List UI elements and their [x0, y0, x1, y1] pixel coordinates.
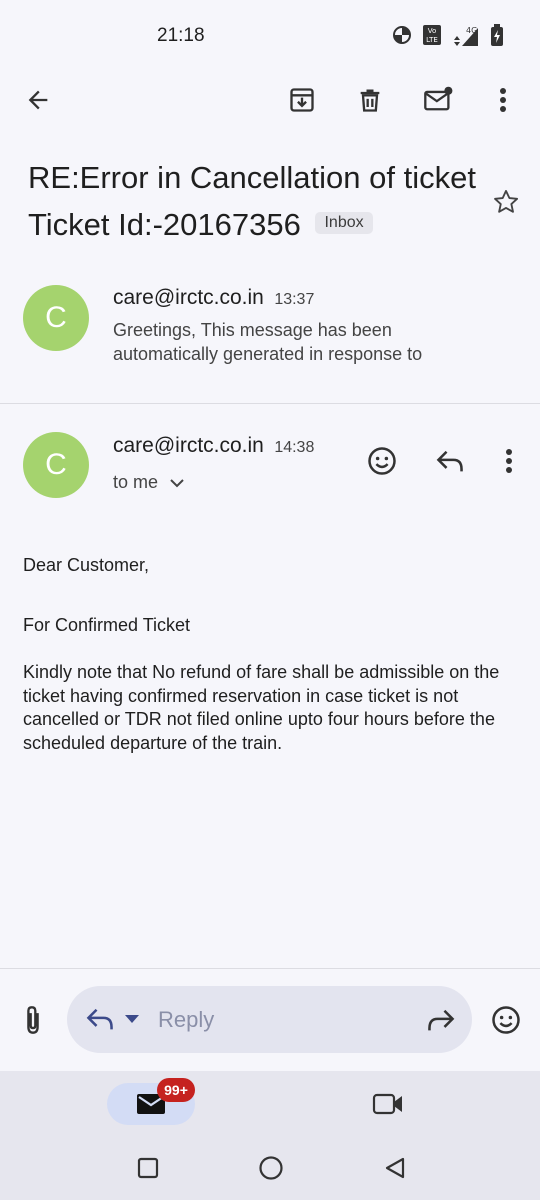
forward-button[interactable]	[417, 996, 465, 1044]
emoji-icon	[491, 1005, 521, 1035]
mark-unread-button[interactable]	[414, 76, 462, 124]
sender-avatar[interactable]: C	[23, 432, 89, 498]
star-button[interactable]	[482, 178, 530, 226]
sender-avatar[interactable]: C	[23, 285, 89, 351]
emoji-icon	[367, 446, 397, 476]
circle-icon	[258, 1155, 284, 1181]
reply-type-selector[interactable]	[85, 1006, 139, 1032]
more-options-button[interactable]	[479, 76, 527, 124]
recipient-text: to me	[113, 472, 159, 492]
sender-email: care@irctc.co.in	[113, 286, 264, 309]
message-time: 14:38	[274, 439, 315, 456]
email-subject: RE:Error in Cancellation of ticket Ticke…	[28, 154, 478, 248]
message-time: 13:37	[274, 291, 315, 308]
star-outline-icon	[492, 188, 520, 216]
reply-icon	[435, 448, 465, 474]
square-icon	[137, 1157, 159, 1179]
paperclip-icon	[22, 1005, 44, 1035]
reply-button[interactable]	[426, 437, 474, 485]
reply-icon	[85, 1006, 115, 1032]
battery-charging-icon	[490, 24, 504, 46]
mark-unread-icon	[423, 86, 453, 114]
back-arrow-icon	[24, 86, 52, 114]
svg-text:Vo: Vo	[428, 27, 437, 35]
body-paragraph: Kindly note that No refund of fare shall…	[23, 662, 500, 753]
recipient-details-toggle[interactable]: to me	[113, 472, 184, 493]
signal-4g-icon: 4G	[452, 24, 480, 46]
inbox-label-chip[interactable]: Inbox	[315, 211, 373, 234]
archive-icon	[288, 86, 316, 114]
meet-tab[interactable]	[364, 1080, 412, 1128]
status-icons: Vo LTE 4G	[392, 24, 504, 46]
unread-count-badge: 99+	[157, 1078, 195, 1102]
triangle-back-icon	[383, 1156, 407, 1180]
add-reaction-button[interactable]	[358, 437, 406, 485]
svg-text:4G: 4G	[466, 26, 477, 35]
subject-text: RE:Error in Cancellation of ticket Ticke…	[28, 160, 476, 242]
delete-icon	[356, 86, 384, 114]
message-snippet: Greetings, This message has been automat…	[113, 320, 423, 364]
dropdown-triangle-icon	[125, 1015, 139, 1023]
body-heading: For Confirmed Ticket	[23, 615, 191, 635]
data-saver-icon	[392, 25, 412, 45]
reply-input[interactable]: Reply	[158, 1007, 214, 1033]
message-header: care@irctc.co.in 13:37	[113, 286, 314, 310]
more-vert-icon	[499, 87, 507, 113]
forward-icon	[426, 1007, 456, 1033]
delete-button[interactable]	[346, 76, 394, 124]
status-time: 21:18	[157, 25, 205, 46]
collapsed-message[interactable]: C care@irctc.co.in 13:37 Greetings, This…	[0, 268, 540, 402]
message-divider	[0, 403, 540, 404]
reply-bar-divider	[0, 968, 540, 969]
body-greeting: Dear Customer,	[23, 555, 150, 575]
recents-button[interactable]	[124, 1144, 172, 1192]
message-more-button[interactable]	[485, 437, 533, 485]
sender-email: care@irctc.co.in	[113, 434, 264, 457]
back-nav-button[interactable]	[371, 1144, 419, 1192]
attach-button[interactable]	[9, 996, 57, 1044]
back-button[interactable]	[14, 76, 62, 124]
chevron-down-icon	[170, 478, 184, 488]
message-header: care@irctc.co.in 14:38	[113, 434, 314, 458]
svg-text:LTE: LTE	[426, 36, 438, 44]
home-button[interactable]	[247, 1144, 295, 1192]
video-camera-icon	[372, 1092, 404, 1116]
more-vert-icon	[505, 448, 513, 474]
volte-icon: Vo LTE	[422, 24, 442, 46]
archive-button[interactable]	[278, 76, 326, 124]
emoji-reaction-button[interactable]	[482, 996, 530, 1044]
